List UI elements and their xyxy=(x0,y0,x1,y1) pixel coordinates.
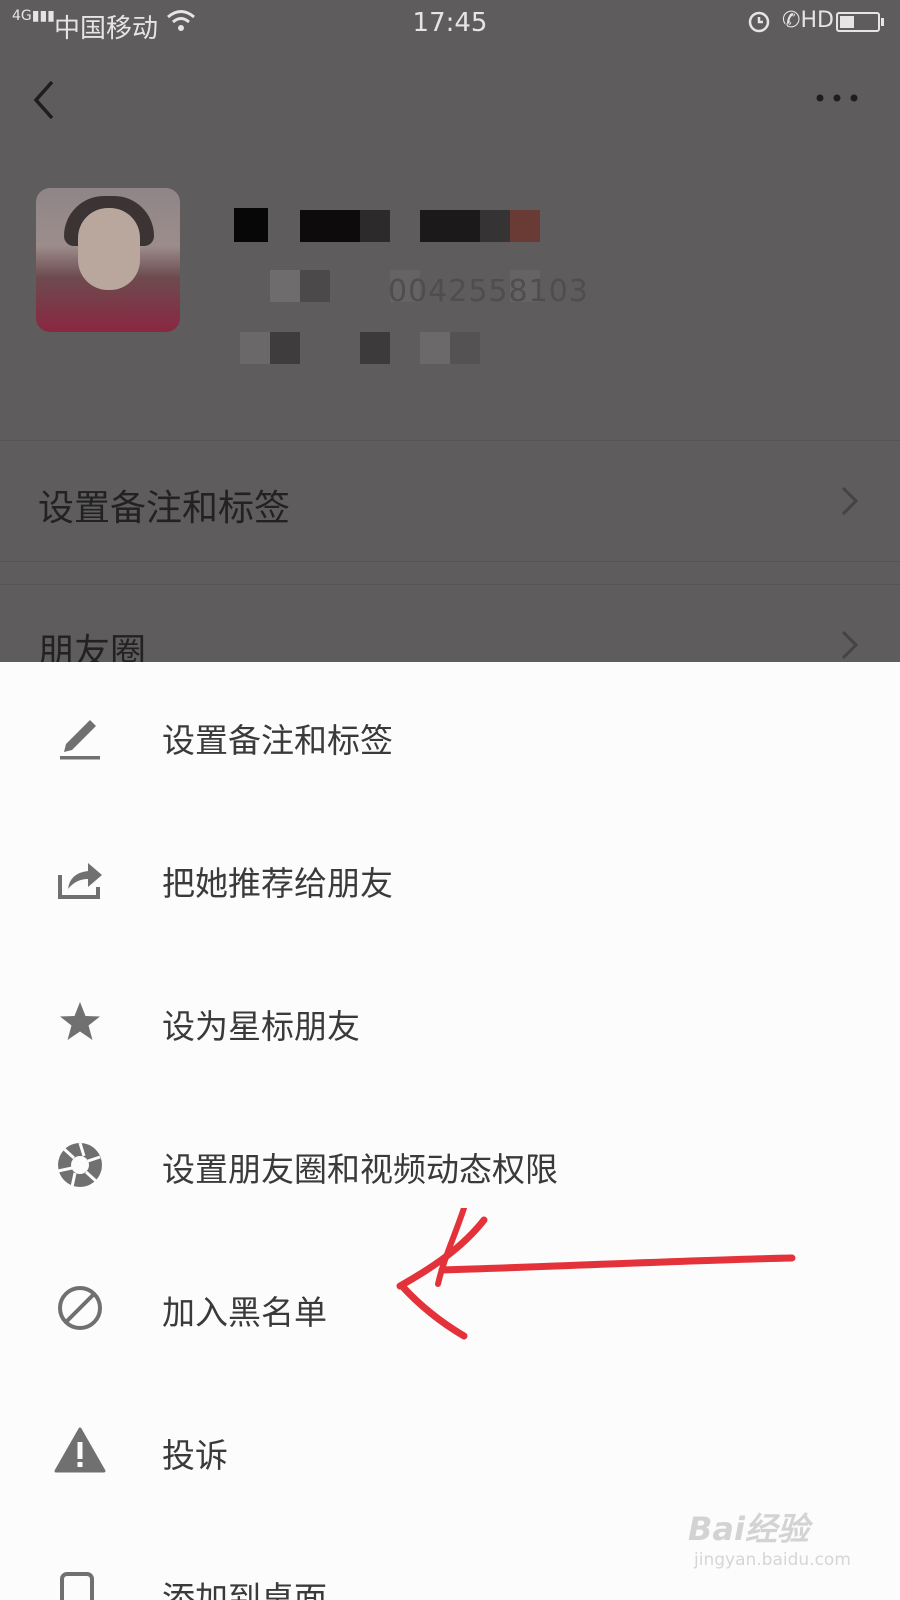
chevron-right-icon xyxy=(840,485,860,517)
menu-item-label: 设置朋友圈和视频动态权限 xyxy=(162,1150,558,1189)
red-arrow-annotation xyxy=(396,1208,796,1340)
menu-item-label: 把她推荐给朋友 xyxy=(162,864,393,903)
menu-item-label: 添加到桌面 xyxy=(162,1579,327,1600)
star-icon xyxy=(54,996,106,1048)
nickname-mosaic xyxy=(510,210,540,242)
avatar[interactable] xyxy=(36,188,180,332)
aperture-icon xyxy=(54,1139,106,1191)
menu-item-star-friend[interactable]: 设为星标朋友 xyxy=(0,948,900,1091)
wechat-id-mosaic xyxy=(300,270,330,302)
menu-item-label: 设为星标朋友 xyxy=(162,1007,360,1046)
menu-item-label: 加入黑名单 xyxy=(162,1293,327,1332)
nickname-mosaic xyxy=(420,210,480,242)
wechat-id-mosaic xyxy=(270,270,300,302)
region-mosaic xyxy=(420,332,450,364)
wechat-id-partial: 0042558103 xyxy=(388,274,589,309)
region-mosaic xyxy=(360,332,390,364)
hd-call-indicator: ✆HD xyxy=(782,8,834,33)
region-mosaic xyxy=(270,332,300,364)
watermark-brand: Bai经验 xyxy=(688,1510,809,1548)
menu-item-report[interactable]: 投诉 xyxy=(0,1377,900,1520)
nickname-mosaic xyxy=(234,208,268,242)
menu-item-recommend[interactable]: 把她推荐给朋友 xyxy=(0,805,900,948)
alarm-icon xyxy=(746,8,772,41)
warning-icon xyxy=(54,1425,106,1477)
baidu-jingyan-watermark: Bai经验 jingyan.baidu.com xyxy=(688,1504,888,1584)
nickname-mosaic xyxy=(480,210,510,242)
nickname-mosaic xyxy=(360,210,390,242)
share-icon xyxy=(54,853,106,905)
watermark-url: jingyan.baidu.com xyxy=(694,1550,851,1570)
background-row-label: 设置备注和标签 xyxy=(38,488,291,529)
menu-item-set-remark[interactable]: 设置备注和标签 xyxy=(0,662,900,805)
chevron-right-icon xyxy=(840,629,860,661)
pencil-icon xyxy=(54,710,106,762)
top-nav xyxy=(0,60,900,140)
menu-item-label: 设置备注和标签 xyxy=(162,721,393,760)
background-row-remark[interactable]: 设置备注和标签 xyxy=(0,440,900,562)
battery-icon xyxy=(836,12,884,32)
avatar-face xyxy=(78,208,140,290)
menu-item-label: 投诉 xyxy=(162,1436,228,1475)
back-icon[interactable] xyxy=(28,76,64,124)
more-options-icon[interactable] xyxy=(812,88,862,108)
block-icon xyxy=(54,1282,106,1334)
status-bar: 4G▮▮▮ 中国移动 17:45 ✆HD xyxy=(0,0,900,48)
region-mosaic xyxy=(240,332,270,364)
add-to-desktop-icon xyxy=(54,1568,106,1600)
nickname-mosaic xyxy=(300,210,360,242)
hd-label: HD xyxy=(800,8,834,33)
region-mosaic xyxy=(450,332,480,364)
action-sheet: 设置备注和标签 把她推荐给朋友 设为星标朋友 设置朋友圈和视频动态权限 加入黑名… xyxy=(0,662,900,1600)
